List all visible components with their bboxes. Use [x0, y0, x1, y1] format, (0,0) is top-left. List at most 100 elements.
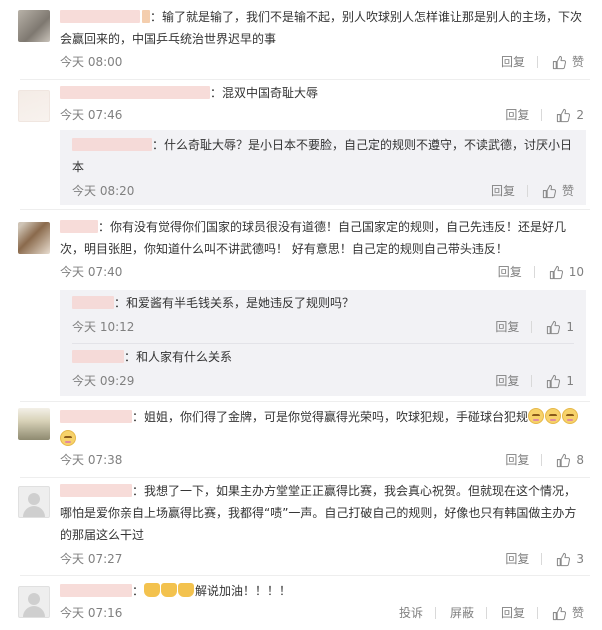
reply-button[interactable]: 回复: [491, 181, 515, 201]
comment-item: ：解说加油！！！！ 今天 07:16 投诉 屏蔽 回复 赞: [0, 576, 602, 630]
comment-body: 混双中国奇耻大辱: [222, 86, 319, 100]
clap-emoji-icon: [144, 583, 161, 597]
like-button[interactable]: 赞: [552, 603, 584, 623]
like-button[interactable]: 1: [546, 317, 574, 337]
reply-body: 和人家有什么关系: [136, 350, 233, 364]
smiley-emoji-icon: [528, 408, 545, 424]
timestamp: 今天 07:27: [60, 552, 123, 566]
reply-text: ：和爱酱有半毛钱关系，是她违反了规则吗？: [72, 292, 574, 314]
thumbs-up-icon: [556, 108, 571, 123]
timestamp: 今天 09:29: [72, 374, 135, 388]
like-button[interactable]: 3: [556, 549, 584, 569]
comment-item: ：我想了一下，如果主办方堂堂正正赢得比赛，我会真心祝贺。但就现在这个情况，哪怕是…: [0, 478, 602, 576]
reply-button[interactable]: 回复: [495, 317, 519, 337]
avatar[interactable]: [18, 10, 50, 42]
default-avatar-icon[interactable]: [18, 486, 50, 518]
thumbs-up-icon: [542, 184, 557, 199]
comment-text: ：解说加油！！！！: [60, 580, 584, 602]
like-count: 3: [576, 552, 584, 566]
reply-actions: 回复 1: [479, 317, 574, 337]
divider: [536, 56, 538, 68]
report-button[interactable]: 投诉: [399, 603, 423, 623]
username[interactable]: [72, 350, 124, 363]
reply-button[interactable]: 回复: [498, 262, 522, 282]
divider: [541, 454, 543, 466]
reply-button[interactable]: 回复: [505, 549, 529, 569]
like-count: 10: [568, 265, 584, 279]
comment-meta: 今天 08:00 回复 赞: [60, 52, 584, 72]
like-button[interactable]: 赞: [552, 52, 584, 72]
clap-emoji-icon: [178, 583, 195, 597]
comment-item: ：混双中国奇耻大辱 今天 07:46 回复 2 ：什么奇耻大辱？是小日本不要脸，…: [0, 80, 602, 210]
comment-actions: 回复 2: [489, 105, 584, 125]
like-button[interactable]: 1: [546, 371, 574, 391]
divider: [541, 109, 543, 121]
avatar[interactable]: [18, 408, 50, 440]
reply-button[interactable]: 回复: [501, 603, 525, 623]
comment-body: 解说加油！！！！: [195, 584, 292, 598]
divider: [434, 607, 436, 619]
comment-meta: 今天 07:27 回复 3: [60, 549, 584, 569]
username[interactable]: [60, 584, 132, 597]
timestamp: 今天 08:00: [60, 55, 123, 69]
username[interactable]: [72, 138, 152, 151]
reply-meta: 今天 10:12 回复 1: [72, 317, 574, 337]
smiley-emoji-icon: [60, 430, 76, 446]
comment-item: ：输了就是输了，我们不是输不起，别人吹球别人怎样谁让那是别人的主场，下次会赢回来…: [0, 0, 602, 80]
comment-text: ：混双中国奇耻大辱: [60, 82, 584, 104]
clap-emoji-icon: [161, 583, 178, 597]
smiley-emoji-icon: [545, 408, 562, 424]
reply-actions: 回复 赞: [475, 181, 574, 201]
comment-actions: 回复 8: [489, 450, 584, 470]
avatar[interactable]: [18, 90, 50, 122]
divider: [536, 607, 538, 619]
divider: [531, 375, 533, 387]
divider: [485, 607, 487, 619]
reply-box: ：什么奇耻大辱？是小日本不要脸，自己定的规则不遵守，不读武德，讨厌小日本 今天 …: [60, 130, 586, 205]
reply-actions: 回复 1: [479, 371, 574, 391]
reply-text: ：和人家有什么关系: [72, 346, 574, 368]
comment-text: ：我想了一下，如果主办方堂堂正正赢得比赛，我会真心祝贺。但就现在这个情况，哪怕是…: [60, 484, 577, 542]
username[interactable]: [60, 86, 210, 99]
like-count: 2: [576, 108, 584, 122]
reply-button[interactable]: 回复: [501, 52, 525, 72]
divider: [526, 185, 528, 197]
reply-button[interactable]: 回复: [505, 450, 529, 470]
username[interactable]: [60, 484, 132, 497]
thumbs-up-icon: [556, 552, 571, 567]
divider: [533, 266, 535, 278]
reply-meta: 今天 09:29 回复 1: [72, 371, 574, 391]
divider: [72, 343, 574, 344]
timestamp: 今天 07:40: [60, 265, 123, 279]
username[interactable]: [72, 296, 114, 309]
avatar[interactable]: [18, 222, 50, 254]
block-button[interactable]: 屏蔽: [450, 603, 474, 623]
comment-actions: 回复 3: [489, 549, 584, 569]
username[interactable]: [60, 410, 132, 423]
like-button[interactable]: 8: [556, 450, 584, 470]
reply-button[interactable]: 回复: [495, 371, 519, 391]
comment-text: ：姐姐，你们得了金牌，可是你觉得赢得光荣吗，吹球犯规，手碰球台犯规: [60, 406, 584, 450]
like-button[interactable]: 赞: [542, 181, 574, 201]
username[interactable]: [60, 10, 140, 23]
reply-button[interactable]: 回复: [505, 105, 529, 125]
like-button[interactable]: 10: [549, 262, 584, 282]
like-count: 8: [576, 453, 584, 467]
comment-body: 你有没有觉得你们国家的球员很没有道德！自己国家定的规则，自己先违反！还是好几次，…: [60, 220, 567, 256]
like-label: 赞: [571, 606, 584, 620]
like-count: 1: [566, 320, 574, 334]
username[interactable]: [60, 220, 98, 233]
comment-feed: ：输了就是输了，我们不是输不起，别人吹球别人怎样谁让那是别人的主场，下次会赢回来…: [0, 0, 602, 630]
comment-meta: 今天 07:38 回复 8: [60, 450, 584, 470]
timestamp: 今天 10:12: [72, 320, 135, 334]
thumbs-up-icon: [552, 55, 567, 70]
timestamp: 今天 08:20: [72, 184, 135, 198]
divider: [531, 321, 533, 333]
comment-actions: 回复 赞: [485, 52, 584, 72]
comment-actions: 投诉 屏蔽 回复 赞: [385, 603, 584, 623]
comment-item: ：姐姐，你们得了金牌，可是你觉得赢得光荣吗，吹球犯规，手碰球台犯规 今天 07:…: [0, 402, 602, 478]
comment-body: 姐姐，你们得了金牌，可是你觉得赢得光荣吗，吹球犯规，手碰球台犯规: [144, 410, 529, 424]
like-button[interactable]: 2: [556, 105, 584, 125]
divider: [541, 553, 543, 565]
default-avatar-icon[interactable]: [18, 586, 50, 618]
